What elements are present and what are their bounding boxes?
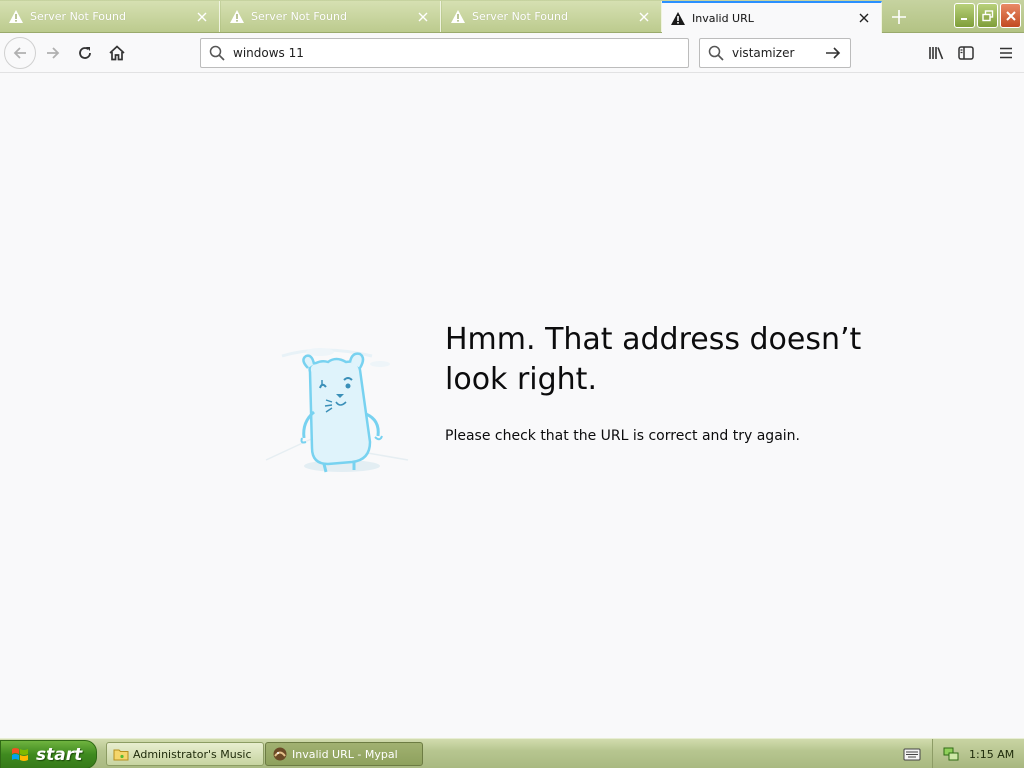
address-bar[interactable] [200,38,689,68]
confused-creature-illustration [265,348,409,473]
taskbar-item-music-folder[interactable]: Administrator's Music [106,742,264,766]
minimize-button[interactable] [954,3,975,28]
search-input[interactable] [732,46,822,60]
close-tab-icon[interactable] [637,10,651,24]
tab-label: Server Not Found [251,10,347,23]
tab-server-not-found-1[interactable]: Server Not Found [0,1,220,32]
tab-strip: Server Not Found Server Not Found Server… [0,0,1024,33]
reload-icon [79,47,91,59]
network-icon[interactable] [943,746,959,762]
close-tab-icon[interactable] [416,10,430,24]
warning-icon [671,11,685,25]
taskbar-item-label: Invalid URL - Mypal [292,747,398,761]
home-icon [109,45,125,61]
taskbar-item-mypal[interactable]: Invalid URL - Mypal [265,742,423,766]
arrow-left-icon [13,47,26,59]
keyboard-icon[interactable] [903,746,921,762]
menu-button[interactable] [990,37,1022,69]
library-button[interactable] [920,37,952,69]
tab-invalid-url[interactable]: Invalid URL [662,1,882,33]
warning-icon [230,10,244,23]
minimize-icon [960,17,967,20]
restore-icon [981,9,993,21]
tab-label: Server Not Found [30,10,126,23]
clock: 1:15 AM [969,747,1015,761]
search-icon [708,45,724,61]
tab-server-not-found-3[interactable]: Server Not Found [442,1,662,32]
home-button[interactable] [101,37,133,69]
tab-label: Invalid URL [692,11,754,25]
sidebar-icon [958,46,974,60]
sidebar-toggle-button[interactable] [950,37,982,69]
warning-icon [9,10,23,23]
close-tab-icon[interactable] [195,10,209,24]
search-icon [209,45,225,61]
url-input[interactable] [233,46,653,60]
close-tab-icon[interactable] [857,11,871,25]
start-button[interactable]: start [0,740,97,768]
arrow-right-icon [47,47,60,59]
forward-button[interactable] [37,37,69,69]
mypal-browser-icon [273,747,287,761]
windows-logo-icon [12,747,28,761]
new-tab-icon[interactable] [888,6,910,28]
folder-icon [113,749,129,761]
start-label: start [36,744,83,765]
error-title: Hmm. That address doesn’t look right. [445,322,862,397]
hamburger-icon [1000,47,1012,59]
back-button[interactable] [4,37,36,69]
arrow-right-icon[interactable] [824,45,842,61]
close-icon [1005,10,1016,21]
close-window-button[interactable] [1000,3,1021,28]
reload-button[interactable] [69,37,101,69]
tab-server-not-found-2[interactable]: Server Not Found [221,1,441,32]
navigation-toolbar [0,33,1024,73]
warning-icon [451,10,465,23]
library-icon [929,47,944,60]
system-tray: 1:15 AM [932,739,1024,768]
error-description: Please check that the URL is correct and… [445,428,800,444]
restore-button[interactable] [977,3,998,28]
taskbar: start Administrator's Music Invalid URL … [0,738,1024,768]
tab-label: Server Not Found [472,10,568,23]
taskbar-item-label: Administrator's Music [133,747,252,761]
search-bar[interactable] [699,38,851,68]
page-content: Hmm. That address doesn’t look right. Pl… [0,74,1024,738]
